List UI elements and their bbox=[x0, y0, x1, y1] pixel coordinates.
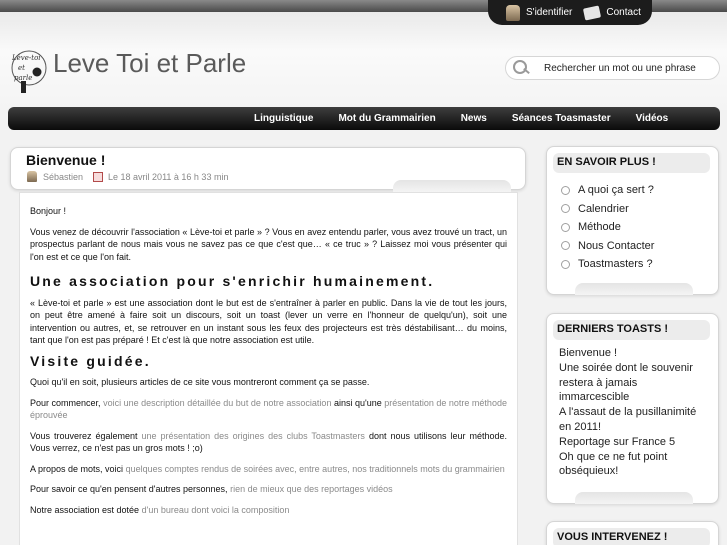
search-input[interactable] bbox=[544, 62, 714, 74]
site-title[interactable]: Leve Toi et Parle bbox=[53, 48, 246, 79]
toast-link-assaut[interactable]: A l'assaut de la pusillanimité en 2011! bbox=[559, 405, 710, 435]
link-methode-sidebar[interactable]: Méthode bbox=[561, 218, 718, 237]
text-ainsi: ainsi qu'une bbox=[333, 397, 382, 408]
link-bureau[interactable]: d'un bureau dont voici la composition bbox=[142, 505, 290, 515]
toast-link-reportage[interactable]: Reportage sur France 5 bbox=[559, 435, 710, 450]
greeting: Bonjour ! bbox=[30, 206, 67, 216]
logo-text-2: et bbox=[18, 64, 25, 72]
association-paragraph: « Lève-toi et parle » est une associatio… bbox=[30, 297, 507, 346]
link-calendrier[interactable]: Calendrier bbox=[561, 200, 718, 219]
text-mots: A propos de mots, voici bbox=[30, 463, 124, 474]
link-comptes-rendus[interactable]: quelques comptes rendus de soirées avec,… bbox=[126, 464, 505, 474]
text-commencer: Pour commencer, bbox=[30, 397, 101, 408]
link-origines-toastmasters[interactable]: une présentation des origines des clubs … bbox=[142, 431, 365, 441]
article-date: Le 18 avril 2011 à 16 h 33 min bbox=[108, 171, 229, 182]
site-logo[interactable]: Lève-toi et parle bbox=[10, 46, 48, 94]
article-tab bbox=[393, 180, 511, 192]
user-tab: S'identifier Contact bbox=[488, 0, 652, 25]
visite-paragraph: Quoi qu'il en soit, plusieurs articles d… bbox=[30, 377, 370, 387]
link-nous-contacter[interactable]: Nous Contacter bbox=[561, 237, 718, 256]
box-tab bbox=[575, 492, 693, 504]
link-a-quoi-ca-sert[interactable]: A quoi ça sert ? bbox=[561, 181, 718, 200]
nav-linguistique[interactable]: Linguistique bbox=[254, 113, 313, 124]
paragraph-pensent: Pour savoir ce qu'en pensent d'autres pe… bbox=[30, 483, 507, 496]
article-title[interactable]: Bienvenue ! bbox=[26, 152, 105, 168]
article-author: Sébastien bbox=[43, 171, 84, 182]
paragraph-commencer: Pour commencer, voici une description dé… bbox=[30, 397, 507, 422]
link-toastmasters[interactable]: Toastmasters ? bbox=[561, 255, 718, 274]
heading-visite: Visite guidée. bbox=[30, 352, 151, 369]
main-nav: Linguistique Mot du Grammairien News Séa… bbox=[8, 107, 720, 130]
box-tab bbox=[575, 283, 693, 295]
article-body: Bonjour ! Vous venez de découvrir l'asso… bbox=[19, 192, 518, 545]
link-description-but[interactable]: voici une description détaillée du but d… bbox=[103, 398, 331, 408]
text-bureau: Notre association est dotée bbox=[30, 504, 140, 515]
vous-intervenez-box: VOUS INTERVENEZ ! bbox=[546, 521, 719, 545]
vous-intervenez-title: VOUS INTERVENEZ ! bbox=[553, 528, 710, 545]
nav-mot-du-grammairien[interactable]: Mot du Grammairien bbox=[338, 113, 435, 124]
heading-association: Une association pour s'enrichir humainem… bbox=[30, 273, 435, 289]
login-link[interactable]: S'identifier bbox=[526, 7, 572, 18]
contact-link[interactable]: Contact bbox=[606, 7, 640, 18]
en-savoir-plus-list: A quoi ça sert ? Calendrier Méthode Nous… bbox=[561, 181, 718, 274]
logo-dot bbox=[32, 67, 42, 77]
derniers-toasts-title: DERNIERS TOASTS ! bbox=[553, 320, 710, 340]
derniers-toasts-box: DERNIERS TOASTS ! Bienvenue ! Une soirée… bbox=[546, 313, 719, 504]
paragraph-egalement: Vous trouverez également une présentatio… bbox=[30, 430, 507, 455]
text-pensent: Pour savoir ce qu'en pensent d'autres pe… bbox=[30, 484, 228, 494]
en-savoir-plus-box: EN SAVOIR PLUS ! A quoi ça sert ? Calend… bbox=[546, 146, 719, 295]
article-header: Bienvenue ! Sébastien Le 18 avril 2011 à… bbox=[10, 147, 526, 192]
nav-news[interactable]: News bbox=[461, 113, 487, 124]
article-meta: Sébastien Le 18 avril 2011 à 16 h 33 min bbox=[27, 171, 228, 182]
paragraph-bureau: Notre association est dotée d'un bureau … bbox=[30, 504, 507, 517]
nav-seances-toasmaster[interactable]: Séances Toasmaster bbox=[512, 113, 611, 124]
calendar-icon bbox=[93, 171, 104, 182]
nav-videos[interactable]: Vidéos bbox=[636, 113, 669, 124]
logo-mic bbox=[21, 81, 26, 93]
user-icon bbox=[506, 4, 520, 21]
search-box[interactable] bbox=[505, 56, 720, 80]
search-icon[interactable] bbox=[512, 60, 530, 76]
toast-link-obsequieux[interactable]: Oh que ce ne fut point obséquieux! bbox=[559, 450, 710, 480]
logo-text-3: parle bbox=[14, 74, 32, 82]
paragraph-mots: A propos de mots, voici quelques comptes… bbox=[30, 463, 507, 476]
en-savoir-plus-title: EN SAVOIR PLUS ! bbox=[553, 153, 710, 173]
author-icon bbox=[27, 171, 37, 182]
text-egalement: Vous trouverez également bbox=[30, 430, 138, 441]
toast-link-bienvenue[interactable]: Bienvenue ! bbox=[559, 346, 710, 361]
derniers-toasts-list: Bienvenue ! Une soirée dont le souvenir … bbox=[559, 346, 710, 479]
contact-icon bbox=[583, 4, 602, 21]
logo-text-1: Lève-toi bbox=[11, 54, 41, 62]
link-reportages[interactable]: rien de mieux que des reportages vidéos bbox=[230, 484, 393, 494]
intro-paragraph: Vous venez de découvrir l'association « … bbox=[30, 226, 507, 262]
toast-link-soiree[interactable]: Une soirée dont le souvenir restera à ja… bbox=[559, 361, 710, 405]
